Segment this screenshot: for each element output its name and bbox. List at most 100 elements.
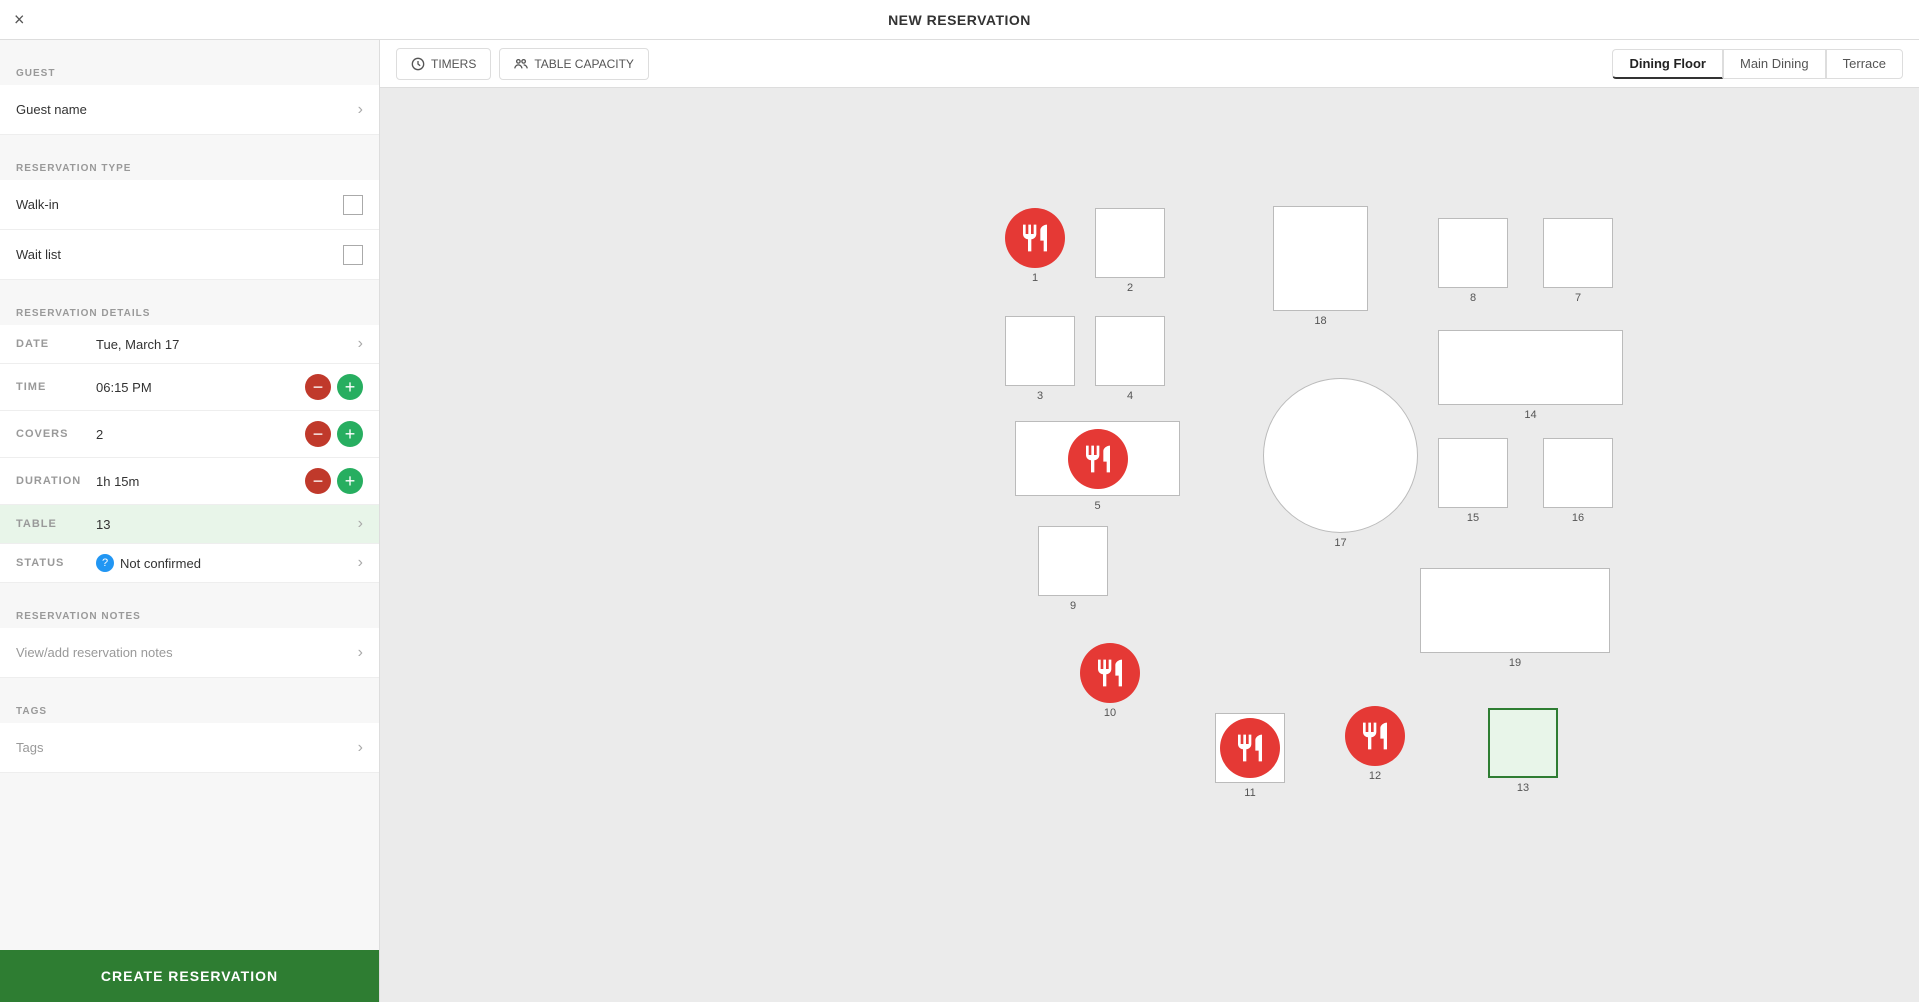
table-item-7[interactable]: 7 [1543, 218, 1613, 304]
table-item-13[interactable]: 13 [1488, 708, 1558, 794]
table-shape-16 [1543, 438, 1613, 508]
table-shape-19 [1420, 568, 1610, 653]
notes-placeholder: View/add reservation notes [16, 645, 358, 660]
notes-row[interactable]: View/add reservation notes › [0, 628, 379, 678]
sidebar: GUEST Guest name › RESERVATION TYPE Walk… [0, 40, 380, 1002]
time-plus-button[interactable]: + [337, 374, 363, 400]
table-label-4: 4 [1127, 390, 1133, 402]
time-label: TIME [16, 381, 96, 393]
table-label-16: 16 [1572, 512, 1584, 524]
table-shape-2 [1095, 208, 1165, 278]
table-item-5[interactable]: 5 [1015, 421, 1180, 512]
status-chevron: › [358, 554, 363, 572]
table-shape-15 [1438, 438, 1508, 508]
table-value: 13 [96, 517, 358, 532]
table-item-14[interactable]: 14 [1438, 330, 1623, 421]
wait-list-row[interactable]: Wait list [0, 230, 379, 280]
timers-button[interactable]: TIMERS [396, 48, 491, 80]
table-capacity-label: TABLE CAPACITY [534, 57, 634, 71]
status-row[interactable]: STATUS ? Not confirmed › [0, 544, 379, 583]
table-label-3: 3 [1037, 390, 1043, 402]
occupied-icon-12 [1359, 720, 1391, 752]
covers-value: 2 [96, 427, 299, 442]
table-shape-7 [1543, 218, 1613, 288]
table-label-11: 11 [1244, 787, 1255, 799]
table-item-1[interactable]: 1 [1005, 208, 1065, 284]
table-occupied-5 [1068, 429, 1128, 489]
duration-label: DURATION [16, 475, 96, 487]
table-item-18[interactable]: 18 [1273, 206, 1368, 327]
occupied-icon-5 [1082, 443, 1114, 475]
table-item-11[interactable]: 11 [1215, 713, 1285, 799]
table-occupied-12 [1345, 706, 1405, 766]
header: × NEW RESERVATION [0, 0, 1919, 40]
date-label: DATE [16, 338, 96, 350]
table-shape-3 [1005, 316, 1075, 386]
table-item-2[interactable]: 2 [1095, 208, 1165, 294]
status-icon: ? [96, 554, 114, 572]
walk-in-row[interactable]: Walk-in [0, 180, 379, 230]
table-item-10[interactable]: 10 [1080, 643, 1140, 719]
tags-placeholder: Tags [16, 740, 358, 755]
tags-row[interactable]: Tags › [0, 723, 379, 773]
tab-terrace[interactable]: Terrace [1826, 49, 1903, 79]
occupied-icon-1 [1019, 222, 1051, 254]
table-shape-14 [1438, 330, 1623, 405]
date-chevron: › [358, 335, 363, 353]
time-row[interactable]: TIME 06:15 PM − + [0, 364, 379, 411]
table-item-9[interactable]: 9 [1038, 526, 1108, 612]
covers-minus-button[interactable]: − [305, 421, 331, 447]
duration-plus-button[interactable]: + [337, 468, 363, 494]
table-occupied-11 [1220, 718, 1280, 778]
table-item-19[interactable]: 19 [1420, 568, 1610, 669]
table-shape-17 [1263, 378, 1418, 533]
time-value: 06:15 PM [96, 380, 299, 395]
occupied-icon-11 [1234, 732, 1266, 764]
timers-label: TIMERS [431, 57, 476, 71]
walk-in-checkbox[interactable] [343, 195, 363, 215]
wait-list-checkbox[interactable] [343, 245, 363, 265]
time-minus-button[interactable]: − [305, 374, 331, 400]
reservation-details-label: RESERVATION DETAILS [0, 296, 379, 325]
table-shape-5 [1015, 421, 1180, 496]
page-title: NEW RESERVATION [888, 12, 1031, 28]
table-label-8: 8 [1470, 292, 1476, 304]
covers-label: COVERS [16, 428, 96, 440]
table-item-4[interactable]: 4 [1095, 316, 1165, 402]
table-capacity-button[interactable]: TABLE CAPACITY [499, 48, 649, 80]
table-label-13: 13 [1517, 782, 1529, 794]
sidebar-fill [0, 773, 379, 950]
table-label-10: 10 [1104, 707, 1116, 719]
tags-section-label: TAGS [0, 694, 379, 723]
table-chevron: › [358, 515, 363, 533]
walk-in-label: Walk-in [16, 197, 343, 212]
table-label-7: 7 [1575, 292, 1581, 304]
table-label-14: 14 [1524, 409, 1536, 421]
table-item-15[interactable]: 15 [1438, 438, 1508, 524]
tab-main-dining[interactable]: Main Dining [1723, 49, 1826, 79]
wait-list-label: Wait list [16, 247, 343, 262]
guest-name-row[interactable]: Guest name › [0, 85, 379, 135]
table-row[interactable]: TABLE 13 › [0, 505, 379, 544]
table-label-9: 9 [1070, 600, 1076, 612]
close-button[interactable]: × [14, 9, 25, 30]
spacer2 [0, 135, 379, 151]
create-reservation-button[interactable]: CREATE RESERVATION [0, 950, 379, 1002]
duration-minus-button[interactable]: − [305, 468, 331, 494]
spacer5 [0, 678, 379, 694]
floor-toolbar: TIMERS TABLE CAPACITY Dining Floor Main … [380, 40, 1919, 88]
table-item-8[interactable]: 8 [1438, 218, 1508, 304]
table-item-17[interactable]: 17 [1263, 378, 1418, 549]
table-occupied-1 [1005, 208, 1065, 268]
duration-row: DURATION 1h 15m − + [0, 458, 379, 505]
table-label-17: 17 [1334, 537, 1346, 549]
table-label-15: 15 [1467, 512, 1479, 524]
date-row[interactable]: DATE Tue, March 17 › [0, 325, 379, 364]
tab-dining-floor[interactable]: Dining Floor [1612, 49, 1723, 79]
table-item-12[interactable]: 12 [1345, 706, 1405, 782]
covers-plus-button[interactable]: + [337, 421, 363, 447]
table-shape-8 [1438, 218, 1508, 288]
table-item-16[interactable]: 16 [1543, 438, 1613, 524]
table-item-3[interactable]: 3 [1005, 316, 1075, 402]
status-value: Not confirmed [120, 556, 358, 571]
